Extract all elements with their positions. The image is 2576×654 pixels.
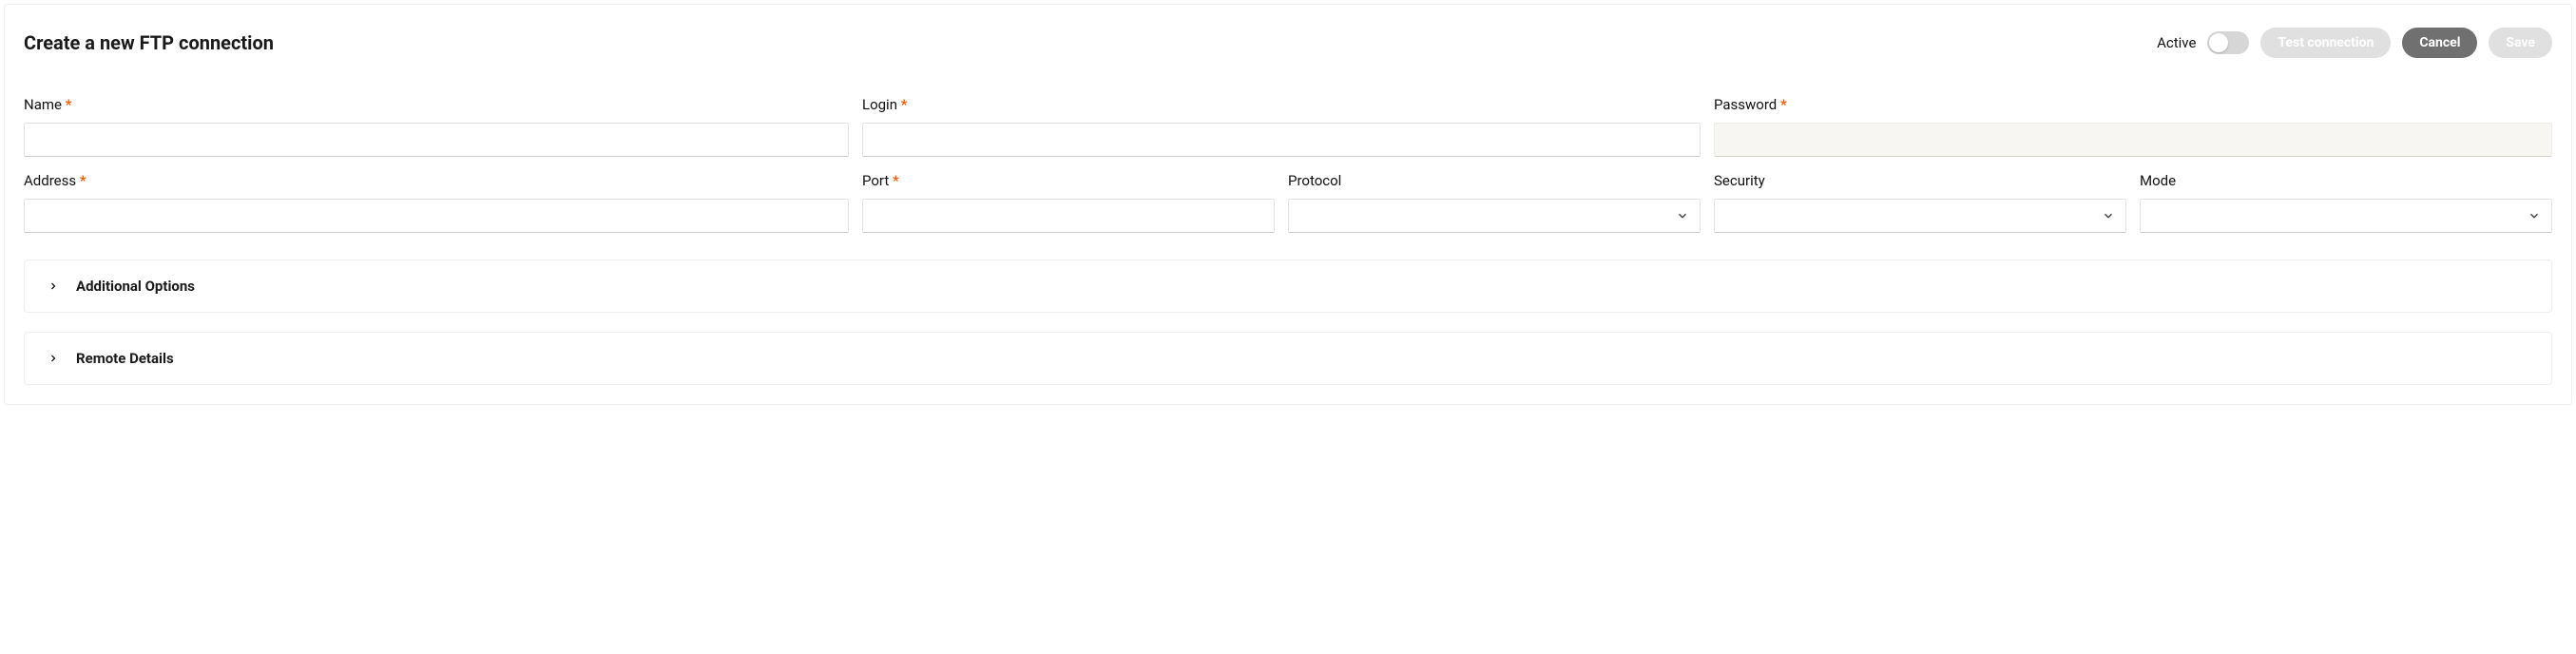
port-label: Port *: [862, 172, 1275, 189]
required-mark: *: [66, 96, 72, 113]
chevron-right-icon: [48, 353, 59, 364]
additional-options-section[interactable]: Additional Options: [24, 260, 2552, 313]
name-label: Name *: [24, 96, 849, 113]
required-mark: *: [901, 96, 908, 113]
name-input[interactable]: [24, 123, 849, 157]
ftp-connection-form: Create a new FTP connection Active Test …: [4, 4, 2572, 405]
remote-details-title: Remote Details: [76, 350, 174, 367]
security-label: Security: [1714, 172, 2126, 189]
mode-select[interactable]: [2140, 199, 2552, 233]
active-toggle[interactable]: [2207, 31, 2249, 54]
protocol-field-group: Protocol: [1288, 172, 1701, 233]
address-label-text: Address: [24, 172, 76, 189]
chevron-right-icon: [48, 280, 59, 292]
fields-grid: Name * Login * Password * Address *: [24, 96, 2552, 233]
toggle-knob: [2209, 33, 2228, 52]
address-field-group: Address *: [24, 172, 849, 233]
save-button[interactable]: Save: [2489, 28, 2552, 58]
header-actions: Active Test connection Cancel Save: [2157, 28, 2552, 58]
name-label-text: Name: [24, 96, 62, 113]
required-mark: *: [893, 172, 899, 189]
protocol-select[interactable]: [1288, 199, 1701, 233]
security-label-text: Security: [1714, 172, 1765, 189]
page-title: Create a new FTP connection: [24, 31, 274, 54]
password-label: Password *: [1714, 96, 2552, 113]
security-select[interactable]: [1714, 199, 2126, 233]
additional-options-title: Additional Options: [76, 278, 195, 295]
security-field-group: Security: [1714, 172, 2126, 233]
name-field-group: Name *: [24, 96, 849, 157]
form-header: Create a new FTP connection Active Test …: [24, 28, 2552, 58]
port-input[interactable]: [862, 199, 1275, 233]
cancel-button[interactable]: Cancel: [2402, 28, 2477, 58]
password-label-text: Password: [1714, 96, 1777, 113]
login-label: Login *: [862, 96, 1701, 113]
address-input[interactable]: [24, 199, 849, 233]
mode-label-text: Mode: [2140, 172, 2176, 189]
required-mark: *: [80, 172, 87, 189]
port-field-group: Port *: [862, 172, 1275, 233]
protocol-label: Protocol: [1288, 172, 1701, 189]
address-label: Address *: [24, 172, 849, 189]
mode-field-group: Mode: [2140, 172, 2552, 233]
login-label-text: Login: [862, 96, 897, 113]
required-mark: *: [1780, 96, 1787, 113]
protocol-label-text: Protocol: [1288, 172, 1341, 189]
login-input[interactable]: [862, 123, 1701, 157]
port-label-text: Port: [862, 172, 889, 189]
login-field-group: Login *: [862, 96, 1701, 157]
password-field-group: Password *: [1714, 96, 2552, 157]
test-connection-button[interactable]: Test connection: [2260, 28, 2391, 58]
remote-details-section[interactable]: Remote Details: [24, 332, 2552, 385]
mode-label: Mode: [2140, 172, 2552, 189]
password-input[interactable]: [1714, 123, 2552, 157]
active-label: Active: [2157, 34, 2196, 51]
